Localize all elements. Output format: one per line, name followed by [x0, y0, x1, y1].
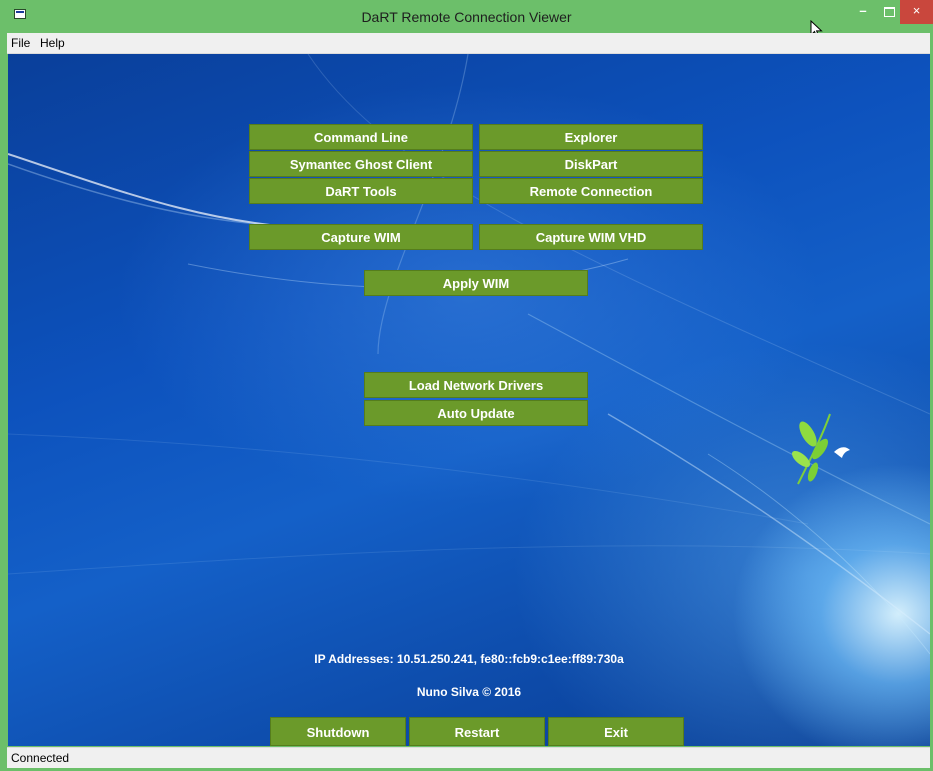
auto-update-button[interactable]: Auto Update — [364, 400, 588, 426]
remote-connection-button[interactable]: Remote Connection — [479, 178, 703, 204]
command-line-button[interactable]: Command Line — [249, 124, 473, 150]
diskpart-button[interactable]: DiskPart — [479, 151, 703, 177]
menu-file[interactable]: File — [11, 36, 30, 50]
window-title: DaRT Remote Connection Viewer — [361, 9, 572, 25]
status-bar: Connected — [7, 747, 930, 768]
app-window: DaRT Remote Connection Viewer – × File H… — [0, 0, 933, 771]
leaf-branch-icon — [791, 413, 831, 485]
capture-wim-button[interactable]: Capture WIM — [249, 224, 473, 250]
shutdown-button[interactable]: Shutdown — [270, 717, 406, 746]
load-network-drivers-button[interactable]: Load Network Drivers — [364, 372, 588, 398]
credit-label: Nuno Silva © 2016 — [416, 685, 522, 699]
title-bar[interactable]: DaRT Remote Connection Viewer – × — [0, 0, 933, 39]
exit-button[interactable]: Exit — [548, 717, 684, 746]
explorer-button[interactable]: Explorer — [479, 124, 703, 150]
bird-icon — [834, 447, 850, 458]
restart-button[interactable]: Restart — [409, 717, 545, 746]
close-button[interactable]: × — [900, 0, 933, 24]
remote-desktop-view: Command Line Explorer Symantec Ghost Cli… — [8, 54, 930, 746]
ip-addresses-label: IP Addresses: 10.51.250.241, fe80::fcb9:… — [314, 652, 624, 666]
status-text: Connected — [11, 751, 70, 765]
maximize-icon — [883, 7, 895, 17]
menu-help[interactable]: Help — [40, 36, 65, 50]
minimize-button[interactable]: – — [848, 0, 878, 24]
dart-tools-button[interactable]: DaRT Tools — [249, 178, 473, 204]
ghost-client-button[interactable]: Symantec Ghost Client — [249, 151, 473, 177]
capture-wim-vhd-button[interactable]: Capture WIM VHD — [479, 224, 703, 250]
apply-wim-button[interactable]: Apply WIM — [364, 270, 588, 296]
maximize-button[interactable] — [878, 0, 900, 24]
menu-bar: File Help — [7, 33, 930, 54]
